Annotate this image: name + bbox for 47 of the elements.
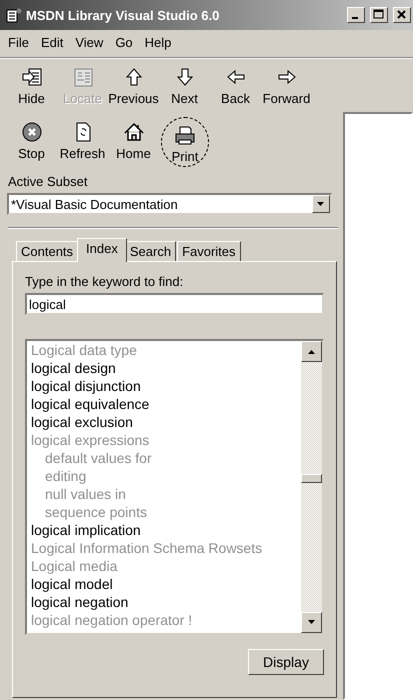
menu-item[interactable]: View [69, 35, 110, 50]
tab[interactable]: Favorites [177, 241, 241, 261]
menu-item[interactable]: File [2, 35, 35, 50]
subset-label: Active Subset [7, 173, 88, 189]
tab[interactable]: Search [124, 241, 176, 261]
toolbar-button[interactable]: Stop [6, 113, 57, 168]
toolbar-button[interactable]: Back [210, 58, 261, 113]
display-button[interactable]: Display [248, 649, 324, 675]
printer-icon [174, 124, 196, 146]
document-icon [72, 66, 94, 88]
index-entry[interactable]: logical implication [31, 521, 301, 539]
tab[interactable]: Contents [16, 241, 78, 261]
index-entry[interactable]: logical disjunction [31, 377, 301, 395]
keyword-field[interactable]: logical [25, 293, 324, 315]
scroll-thumb[interactable] [301, 474, 322, 483]
subset-dropdown[interactable]: *Visual Basic Documentation [7, 193, 332, 215]
index-list[interactable] [25, 339, 324, 635]
toolbar-button[interactable]: Next [159, 58, 210, 113]
index-entry[interactable]: logical model [31, 575, 301, 593]
minimize-icon [352, 17, 358, 19]
dropdown-arrow-icon [317, 202, 325, 206]
menu-item[interactable]: Help [138, 35, 178, 50]
index-entry[interactable]: logical exclusion [31, 413, 301, 431]
scrollbar[interactable] [301, 341, 322, 633]
close-button[interactable] [393, 7, 411, 23]
maximize-button[interactable] [370, 7, 388, 23]
scroll-down-icon[interactable] [308, 620, 316, 625]
toolbar-button[interactable]: Forward [261, 58, 312, 113]
toolbar-button[interactable]: Hide [6, 58, 57, 113]
app-icon [6, 7, 22, 23]
minimize-button[interactable] [347, 7, 365, 23]
index-entry[interactable]: logical design [31, 359, 301, 377]
index-entry[interactable]: logical negation [31, 593, 301, 611]
toolbar-button[interactable]: Home [108, 113, 159, 168]
scroll-up-icon[interactable] [308, 349, 316, 354]
menu-item[interactable]: Edit [34, 35, 70, 50]
index-entry[interactable]: logical equivalence [31, 395, 301, 413]
toolbar-button[interactable]: Refresh [57, 113, 108, 168]
panel-arrow-icon [20, 66, 42, 88]
menu-item[interactable]: Go [109, 35, 139, 50]
toolbar-button[interactable]: Previous [108, 58, 159, 113]
tab[interactable]: Index [77, 238, 127, 262]
home-icon [122, 121, 144, 143]
stop-icon [20, 121, 42, 143]
keyword-label: Type in the keyword to find: [25, 274, 184, 289]
window-title: MSDN Library Visual Studio 6.0 [26, 8, 220, 22]
toolbar-button[interactable]: Print [161, 117, 209, 167]
